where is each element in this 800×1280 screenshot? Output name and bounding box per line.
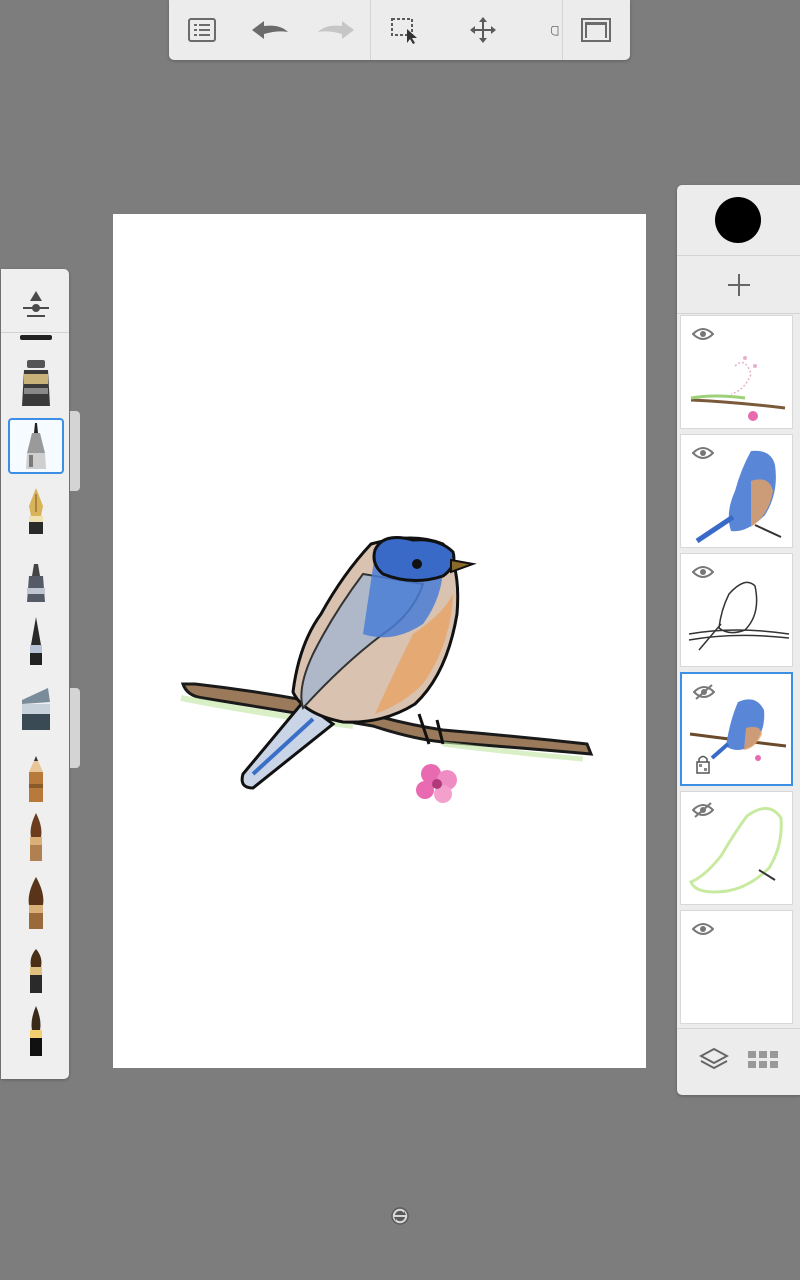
- grid-button[interactable]: [747, 1049, 779, 1071]
- undo-button[interactable]: [245, 8, 295, 52]
- ballpoint-pen-icon: [22, 360, 50, 406]
- brush-felt-tip[interactable]: [8, 555, 64, 611]
- selection-icon: [391, 18, 417, 44]
- selection-button[interactable]: [381, 8, 431, 52]
- rotate-icon: [391, 1207, 409, 1225]
- grid-icon: [748, 1051, 778, 1068]
- brush-partial-top[interactable]: [8, 331, 64, 343]
- layer-thumbnail: [688, 581, 789, 651]
- brush-properties-icon: [23, 291, 49, 317]
- technical-pen-icon: [26, 423, 46, 469]
- layer-thumbnail: [695, 450, 782, 544]
- top-toolbar: [169, 0, 630, 60]
- add-layer-icon: [728, 274, 750, 296]
- layer-4[interactable]: [680, 672, 793, 786]
- fine-brush-icon: [30, 617, 42, 665]
- watercolor-brush-icon: [30, 949, 42, 993]
- canvas-view-button[interactable]: [571, 8, 621, 52]
- brush-palette: [1, 269, 69, 1079]
- bluebird-drawing: [180, 536, 594, 803]
- marker-cap-icon: [20, 335, 52, 340]
- undo-icon: [252, 21, 288, 39]
- add-layer-button[interactable]: [723, 269, 755, 301]
- layer-thumbnail: [689, 807, 783, 894]
- drawing-canvas[interactable]: [113, 214, 646, 1068]
- layer-3[interactable]: [680, 553, 793, 667]
- list-icon: [188, 18, 216, 42]
- toolbar-divider: [562, 0, 563, 60]
- fill-bucket-icon: [550, 26, 559, 36]
- brush-fountain-pen[interactable]: [8, 483, 64, 539]
- panel-divider: [677, 313, 800, 314]
- brush-properties-button[interactable]: [8, 277, 64, 333]
- layer-6[interactable]: [680, 910, 793, 1024]
- layers-panel: [677, 185, 800, 1095]
- ink-brush-icon: [30, 1006, 42, 1056]
- brush-technical-pen[interactable]: [8, 418, 64, 474]
- list-button[interactable]: [177, 8, 227, 52]
- layer-stack-icon: [698, 1047, 730, 1070]
- move-icon: [470, 17, 496, 43]
- flat-brush-icon: [28, 877, 44, 929]
- fill-button[interactable]: [524, 8, 562, 52]
- brush-flat[interactable]: [8, 875, 64, 931]
- brush-ink[interactable]: [8, 1003, 64, 1059]
- round-brush-icon: [30, 813, 42, 861]
- brush-ballpoint[interactable]: [8, 355, 64, 411]
- color-swatch[interactable]: [715, 197, 761, 243]
- felt-tip-marker-icon: [27, 564, 45, 602]
- panel-divider: [677, 255, 800, 256]
- eye-icon[interactable]: [692, 921, 714, 937]
- panel-divider: [677, 1028, 800, 1029]
- layer-5[interactable]: [680, 791, 793, 905]
- toolbar-divider: [370, 0, 371, 60]
- canvas-view-icon: [581, 18, 611, 42]
- brush-round[interactable]: [8, 809, 64, 865]
- pencil-icon: [29, 756, 43, 802]
- layer-2[interactable]: [680, 434, 793, 548]
- palette-scrollbar-upper[interactable]: [70, 411, 80, 491]
- redo-icon: [318, 21, 354, 39]
- move-button[interactable]: [458, 8, 508, 52]
- brush-watercolor[interactable]: [8, 941, 64, 997]
- layer-thumbnail: [690, 356, 786, 421]
- fountain-pen-icon: [29, 488, 43, 534]
- palette-scrollbar-lower[interactable]: [70, 688, 80, 768]
- layer-stack-button[interactable]: [698, 1047, 730, 1073]
- layer-1[interactable]: [680, 315, 793, 429]
- redo-button[interactable]: [311, 8, 361, 52]
- layer-thumbnail: [689, 699, 787, 761]
- brush-chisel-marker[interactable]: [8, 681, 64, 737]
- brush-fine[interactable]: [8, 613, 64, 669]
- chisel-marker-icon: [22, 688, 50, 730]
- canvas-rotate-handle[interactable]: [390, 1206, 410, 1226]
- brush-pencil[interactable]: [8, 751, 64, 807]
